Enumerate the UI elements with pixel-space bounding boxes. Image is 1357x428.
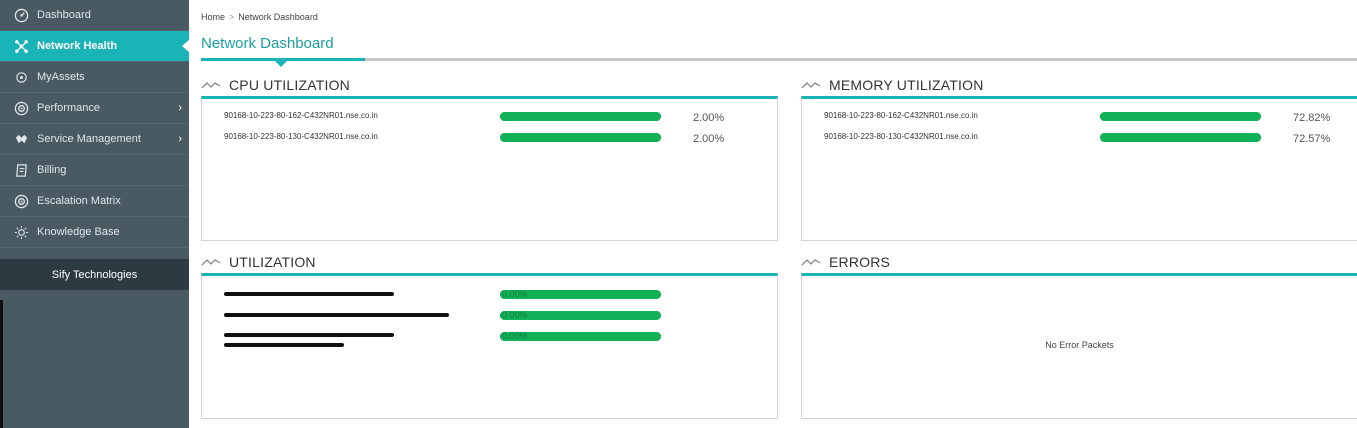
utilization-panel-header: UTILIZATION [201,249,316,275]
cpu-panel-title: CPU UTILIZATION [229,77,350,93]
trend-icon [201,82,221,89]
errors-panel: No Error Packets [801,273,1357,419]
network-icon [13,38,29,54]
company-name: Sify Technologies [0,259,189,290]
bulb-icon [13,224,29,240]
utilization-bar: 0.00% [500,331,661,341]
assets-icon [13,69,29,85]
memory-bar-fill [1100,133,1261,142]
cpu-value: 2.00% [693,112,725,124]
cpu-host: 90168-10-223-80-162-C432NR01.nse.co.in [224,111,378,120]
utilization-bar: 0.00% [500,310,661,320]
page-title: Network Dashboard [201,35,334,52]
sidebar-item-label: MyAssets [37,71,85,83]
memory-bar [1100,133,1261,142]
sidebar-item-label: Dashboard [37,9,91,21]
chevron-right-icon: › [178,133,182,145]
memory-panel: 90168-10-223-80-162-C432NR01.nse.co.in 7… [801,96,1357,241]
breadcrumb: Home > Network Dashboard [201,12,318,22]
sidebar-item-service-management[interactable]: Service Management › [0,124,189,155]
sidebar-item-performance[interactable]: Performance › [0,93,189,124]
dashboard-icon [13,7,29,23]
trend-icon [801,82,821,89]
errors-panel-title: ERRORS [829,254,891,270]
cpu-bar [500,133,661,142]
cpu-panel: 90168-10-223-80-162-C432NR01.nse.co.in 2… [201,96,778,241]
utilization-row: 0.00% [202,310,777,328]
sidebar-item-myassets[interactable]: MyAssets [0,62,189,93]
chevron-right-icon: › [178,102,182,114]
redacted-host [224,313,449,317]
sidebar-item-label: Service Management [37,133,141,145]
sidebar-item-escalation-matrix[interactable]: Escalation Matrix [0,186,189,217]
memory-host: 90168-10-223-80-162-C432NR01.nse.co.in [824,111,978,120]
sidebar-item-label: Billing [37,164,67,176]
cpu-bar-fill [500,133,661,142]
sidebar-item-label: Escalation Matrix [37,195,121,207]
cpu-row: 90168-10-223-80-130-C432NR01.nse.co.in 2… [202,132,777,150]
cpu-bar-fill [500,112,661,121]
trend-icon [201,259,221,266]
performance-icon [13,100,29,116]
redacted-host [224,333,394,337]
utilization-row: 0.00% [202,331,777,353]
sidebar: Dashboard Network Health MyAssets Perfor… [0,0,190,428]
cpu-row: 90168-10-223-80-162-C432NR01.nse.co.in 2… [202,111,777,129]
utilization-panel-title: UTILIZATION [229,254,316,270]
escalation-icon [13,193,29,209]
window-edge [0,300,3,428]
memory-value: 72.82% [1293,112,1331,124]
cpu-value: 2.00% [693,133,725,145]
memory-bar [1100,112,1261,121]
cpu-host: 90168-10-223-80-130-C432NR01.nse.co.in [224,132,378,141]
sidebar-item-label: Network Health [37,40,118,52]
breadcrumb-current: Network Dashboard [238,12,318,22]
redacted-host [224,343,344,347]
memory-panel-title: MEMORY UTILIZATION [829,77,984,93]
sidebar-item-label: Performance [37,102,100,114]
utilization-panel: 0.00% 0.00% 0.00% [201,273,778,419]
breadcrumb-separator: > [229,12,235,22]
service-icon [13,131,29,147]
utilization-bar: 0.00% [500,289,661,299]
cpu-panel-header: CPU UTILIZATION [201,72,350,98]
sidebar-item-label: Knowledge Base [37,226,120,238]
breadcrumb-home[interactable]: Home [201,12,225,22]
memory-host: 90168-10-223-80-130-C432NR01.nse.co.in [824,132,978,141]
utilization-bar-label: 0.00% [502,289,528,299]
trend-icon [801,259,821,266]
title-caret [275,61,287,67]
billing-icon [13,162,29,178]
sidebar-item-billing[interactable]: Billing [0,155,189,186]
errors-panel-header: ERRORS [801,249,890,275]
empty-state-message: No Error Packets [1045,340,1114,350]
sidebar-item-network-health[interactable]: Network Health [0,31,190,62]
sidebar-item-knowledge-base[interactable]: Knowledge Base [0,217,189,248]
title-divider [201,58,1357,61]
memory-panel-header: MEMORY UTILIZATION [801,72,984,98]
cpu-bar [500,112,661,121]
memory-bar-fill [1100,112,1261,121]
sidebar-item-dashboard[interactable]: Dashboard [0,0,189,31]
redacted-host [224,292,394,296]
utilization-bar-label: 0.00% [502,331,528,341]
memory-value: 72.57% [1293,133,1331,145]
utilization-bar-label: 0.00% [502,310,528,320]
memory-row: 90168-10-223-80-130-C432NR01.nse.co.in 7… [802,132,1357,150]
utilization-row: 0.00% [202,289,777,307]
memory-row: 90168-10-223-80-162-C432NR01.nse.co.in 7… [802,111,1357,129]
